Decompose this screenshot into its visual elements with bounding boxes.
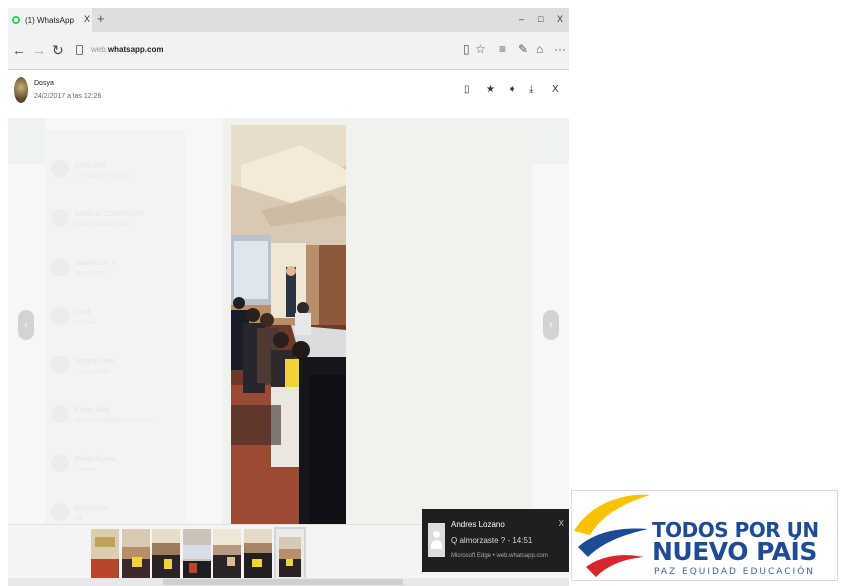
- tab-bar: (1) WhatsApp X + – □ X: [8, 8, 569, 32]
- url-domain: whatsapp.com: [107, 45, 164, 54]
- share-icon[interactable]: ⌂: [536, 42, 543, 56]
- background-chat-message: Nena santé: [75, 271, 106, 277]
- screen: (1) WhatsApp X + – □ X ← → ↻ web.whatsap…: [0, 0, 841, 586]
- background-chat-row: Lady Jhoi Lo copiamos a todos: [51, 160, 181, 190]
- background-chat-list: Lady Jhoi Lo copiamos a todos FAMILIA CORR…: [45, 130, 185, 586]
- media-photo: [231, 125, 346, 525]
- media-thumbnail[interactable]: [244, 529, 272, 583]
- whatsapp-favicon-icon: [12, 16, 20, 24]
- forward-button[interactable]: →: [32, 42, 46, 58]
- government-logo: TODOS POR UN NUEVO PAÍS PAZ EQUIDAD EDUC…: [571, 490, 838, 581]
- close-window-button[interactable]: X: [557, 14, 563, 24]
- background-chat-avatar: [51, 356, 69, 374]
- sender-name: Dosya: [34, 80, 54, 87]
- background-chat-row: Guarnicion Jf Nena santé: [51, 258, 181, 288]
- lock-icon: [76, 45, 83, 55]
- media-viewer-header: Dosya 24/2/2017 a las 12:26 ▯ ★ ➧ ⤓ X: [8, 70, 569, 118]
- toast-notification[interactable]: Andres Lozano Q almorzaste ? - 14:51 Mic…: [422, 509, 569, 572]
- close-viewer-icon[interactable]: X: [552, 84, 559, 96]
- background-chat-name: FAMILIA CORREDOR: [75, 211, 145, 218]
- tab-close-icon[interactable]: X: [84, 14, 90, 24]
- new-tab-button[interactable]: +: [97, 12, 105, 26]
- background-chat-message: te hace falta el baño: [75, 222, 130, 228]
- background-chat-message: Ok: [75, 516, 83, 522]
- background-chat-name: Guarnicion Jf: [75, 260, 117, 267]
- tab-whatsapp[interactable]: (1) WhatsApp X: [8, 8, 92, 32]
- logo-line-2: NUEVO PAÍS: [652, 537, 817, 566]
- background-chat-name: Dosyre Tarfe: [75, 358, 115, 365]
- background-chat-avatar: [51, 307, 69, 325]
- address-toolbar: ← → ↻ web.whatsapp.com ▯ ☆ ≡ ✎ ⌂ ···: [8, 32, 569, 70]
- more-icon[interactable]: ···: [554, 42, 566, 56]
- background-chat-avatar: [51, 258, 69, 276]
- background-chat-row: Edgar Brito No me ha llegado a mi mismo: [51, 405, 181, 435]
- background-chat-row: Diana Rivero Gracias: [51, 454, 181, 484]
- background-chat-message: Lo copiamos a todos: [75, 173, 131, 179]
- logo-swoosh-icon: [574, 494, 650, 577]
- background-chat-name: Eva Gallas: [75, 505, 109, 512]
- conference-room-photo: [231, 125, 346, 525]
- scrollbar-thumb[interactable]: [163, 579, 403, 585]
- go-to-message-icon[interactable]: ▯: [464, 84, 470, 96]
- media-thumbnail[interactable]: [213, 529, 241, 583]
- maximize-button[interactable]: □: [538, 14, 543, 24]
- background-band: [532, 118, 569, 164]
- hub-icon[interactable]: ≡: [499, 42, 506, 56]
- favorite-star-icon[interactable]: ☆: [475, 42, 486, 56]
- background-chat-message: No me ha llegado a mi mismo: [75, 418, 155, 424]
- url-field[interactable]: web.whatsapp.com: [91, 45, 163, 54]
- background-chat-avatar: [51, 209, 69, 227]
- logo-line-3: PAZ EQUIDAD EDUCACIÓN: [654, 567, 816, 577]
- background-band: [8, 118, 45, 164]
- background-chat-row: Dosyre Tarfe Gracias bebe: [51, 356, 181, 386]
- refresh-button[interactable]: ↻: [52, 42, 64, 58]
- background-chat-row: Chali Gracias: [51, 307, 181, 337]
- media-thumbnail[interactable]: [122, 529, 150, 583]
- star-icon[interactable]: ★: [486, 84, 495, 96]
- media-thumbnail[interactable]: [152, 529, 180, 583]
- background-chat-avatar: [51, 454, 69, 472]
- media-thumbnail[interactable]: [183, 529, 211, 583]
- sender-avatar[interactable]: [14, 77, 28, 103]
- message-timestamp: 24/2/2017 a las 12:26: [34, 93, 102, 100]
- background-chat-name: Diana Rivero: [75, 456, 116, 463]
- background-chat-name: Edgar Brito: [75, 407, 111, 414]
- web-note-icon[interactable]: ✎: [518, 42, 528, 56]
- notification-title: Andres Lozano: [451, 520, 505, 529]
- background-chat-message: Gracias: [75, 320, 96, 326]
- back-button[interactable]: ←: [12, 42, 26, 58]
- minimize-button[interactable]: –: [519, 14, 524, 24]
- background-chat-name: Chali: [75, 309, 91, 316]
- background-chat-avatar: [51, 503, 69, 521]
- media-thumbnail-selected[interactable]: [274, 527, 306, 585]
- background-chat-name: Lady Jhoi: [75, 162, 105, 169]
- background-chat-row: FAMILIA CORREDOR te hace falta el baño: [51, 209, 181, 239]
- notification-source: Microsoft Edge • web.whatsapp.com: [451, 553, 548, 559]
- notification-message: Q almorzaste ? - 14:51: [451, 536, 533, 545]
- horizontal-scrollbar[interactable]: [8, 578, 569, 586]
- url-prefix: web.: [91, 45, 108, 54]
- download-icon[interactable]: ⤓: [529, 84, 533, 96]
- contact-avatar-icon: [428, 523, 445, 557]
- previous-media-button[interactable]: ‹: [18, 310, 34, 340]
- forward-icon[interactable]: ➧: [508, 84, 516, 96]
- background-chat-avatar: [51, 405, 69, 423]
- background-chat-avatar: [51, 160, 69, 178]
- reading-view-icon[interactable]: ▯: [463, 42, 470, 56]
- notification-close-icon[interactable]: X: [559, 519, 564, 528]
- media-thumbnail[interactable]: [91, 529, 119, 583]
- edge-browser-window: (1) WhatsApp X + – □ X ← → ↻ web.whatsap…: [8, 8, 569, 586]
- next-media-button[interactable]: ›: [543, 310, 559, 340]
- background-chat-message: Gracias bebe: [75, 369, 111, 375]
- background-chat-message: Gracias: [75, 467, 96, 473]
- tab-title: (1) WhatsApp: [25, 15, 74, 25]
